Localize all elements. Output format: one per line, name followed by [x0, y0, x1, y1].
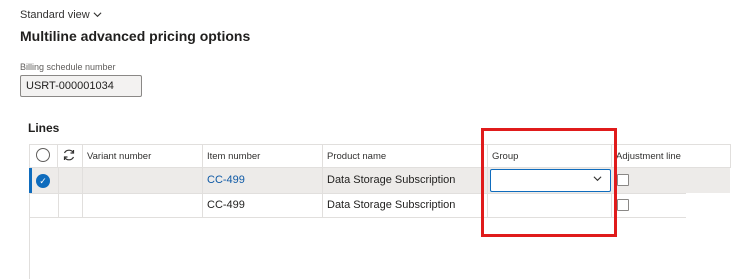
lines-section-title: Lines — [28, 121, 60, 135]
group-combobox[interactable] — [490, 169, 611, 192]
column-header-product[interactable]: Product name — [323, 144, 488, 168]
chevron-down-icon — [93, 10, 102, 21]
adjustment-line-checkbox[interactable] — [617, 174, 629, 186]
billing-schedule-label: Billing schedule number — [20, 62, 116, 72]
column-header-group[interactable]: Group — [488, 144, 612, 168]
row-selected-indicator — [29, 168, 32, 193]
radio-circle-icon[interactable] — [36, 148, 50, 162]
column-header-item[interactable]: Item number — [203, 144, 323, 168]
view-selector[interactable]: Standard view — [20, 9, 102, 21]
cell-item[interactable]: CC-499 — [203, 193, 323, 218]
column-header-adjustment[interactable]: Adjustment line — [612, 144, 731, 168]
cell-item-link[interactable]: CC-499 — [203, 168, 323, 193]
page-title: Multiline advanced pricing options — [20, 28, 251, 44]
cell-product: Data Storage Subscription — [323, 193, 488, 218]
billing-schedule-field[interactable]: USRT-000001034 — [20, 75, 142, 97]
cell-variant[interactable] — [83, 193, 203, 218]
column-header-variant[interactable]: Variant number — [83, 144, 203, 168]
view-label: Standard view — [20, 9, 90, 21]
cell-product: Data Storage Subscription — [323, 168, 488, 193]
cell-group[interactable] — [488, 193, 612, 218]
adjustment-line-checkbox[interactable] — [617, 199, 629, 211]
checkmark-circle-icon[interactable]: ✓ — [36, 174, 50, 188]
cell-variant[interactable] — [83, 168, 203, 193]
refresh-icon[interactable] — [62, 148, 76, 162]
chevron-down-icon[interactable] — [593, 174, 602, 183]
